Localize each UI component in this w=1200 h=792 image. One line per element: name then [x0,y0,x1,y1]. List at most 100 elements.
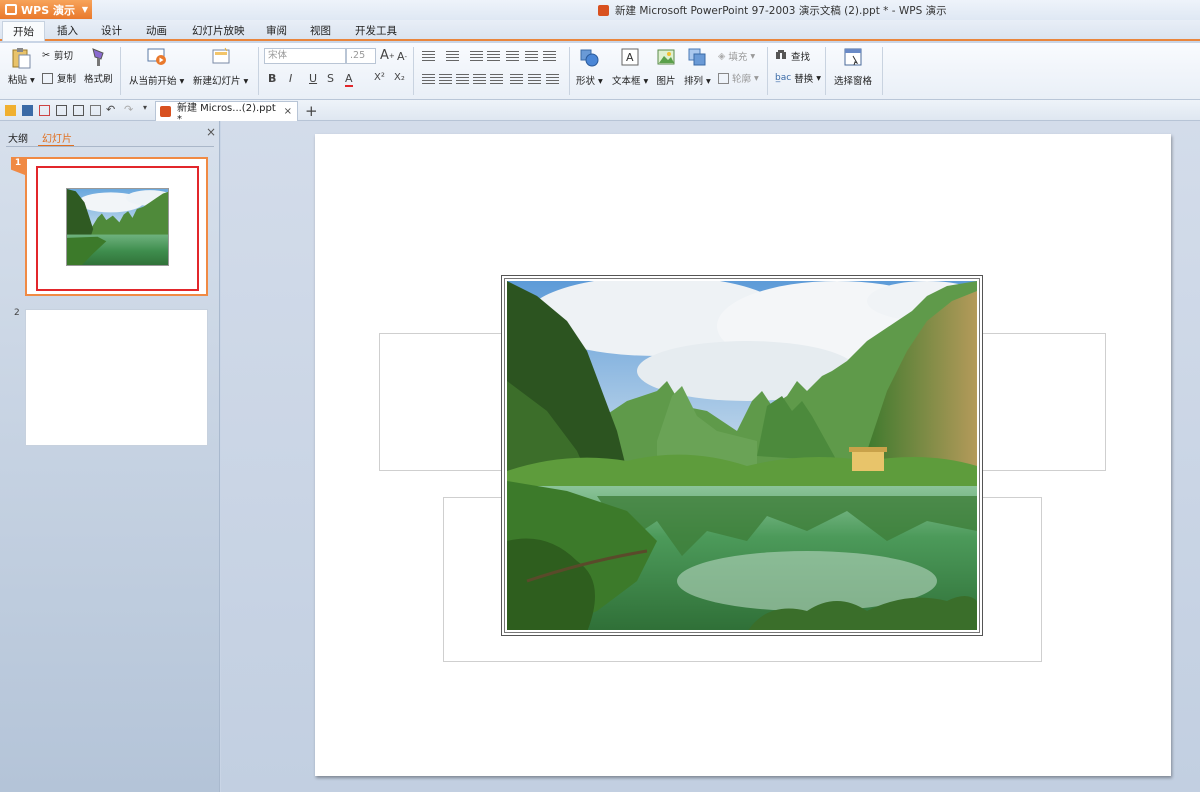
superscript-button[interactable]: X² [374,72,385,83]
tab-developer[interactable]: 开发工具 [355,23,397,38]
document-tab[interactable]: 新建 Micros...(2).ppt * × [155,101,298,125]
shadow-button[interactable]: S [327,72,334,85]
redo-icon[interactable]: ↷ [124,103,135,116]
window-title-text: 新建 Microsoft PowerPoint 97-2003 演示文稿 (2)… [615,5,947,17]
underline-button[interactable]: U [309,72,317,85]
tab-view[interactable]: 视图 [310,23,331,38]
fill-button[interactable]: ◈ 填充 ▾ [718,49,755,64]
cut-button[interactable]: ✂ 剪切 [42,48,73,63]
para-spacing-icon[interactable] [510,74,523,85]
find-icon [775,48,787,63]
title-bar: WPS 演示 ▼ 新建 Microsoft PowerPoint 97-2003… [0,0,1200,20]
export-pdf-icon[interactable] [39,105,50,116]
columns-icon[interactable] [543,51,556,62]
find-button[interactable]: 查找 [775,48,810,63]
play-from-current-button[interactable]: 从当前开始 ▾ [129,47,184,87]
align-right-icon[interactable] [456,74,469,85]
slide-picture-thumbnail [66,188,169,266]
replace-button[interactable]: b̲ac 替换 ▾ [775,71,821,86]
increase-indent-icon[interactable] [487,51,500,62]
tab-outline[interactable]: 大纲 [8,130,28,145]
tab-slides[interactable]: 幻灯片 [42,130,72,145]
arrange-label: 排列 [684,76,704,87]
font-size-select[interactable]: .25 [346,48,376,64]
shape-label: 形状 [576,76,596,87]
textbox-label: 文本框 [612,76,641,87]
slide-thumbnail-1[interactable] [25,157,208,296]
arrange-button[interactable]: 排列 ▾ [684,47,711,87]
undo-icon[interactable]: ↶ [106,103,117,116]
picture-button[interactable]: 图片 [656,47,676,87]
tab-home[interactable]: 开始 [2,21,45,41]
close-icon[interactable]: × [206,125,216,139]
cut-label: 剪切 [53,51,73,62]
font-color-button[interactable]: A [345,72,353,87]
new-tab-button[interactable]: + [305,102,318,120]
vertical-align-icon[interactable] [528,74,541,85]
copy-icon [42,72,53,84]
shape-button[interactable]: 形状 ▾ [576,47,603,87]
bold-button[interactable]: B [268,72,276,85]
spellcheck-icon[interactable] [90,105,101,116]
font-name-value: 宋体 [268,50,288,61]
slides-panel: 大纲 幻灯片 × 1 2 [0,121,220,792]
bullets-icon[interactable] [422,51,435,62]
numbering-icon[interactable] [446,51,459,62]
copy-label: 复制 [57,74,77,85]
outline-icon [718,72,729,84]
font-name-select[interactable]: 宋体 [264,48,346,64]
align-center-icon[interactable] [439,74,452,85]
menu-bar: 开始 插入 设计 动画 幻灯片放映 审阅 视图 开发工具 [0,20,1200,41]
open-icon[interactable] [5,105,16,116]
find-label: 查找 [791,51,811,63]
format-painter-button[interactable]: 格式刷 [84,47,113,85]
align-left-icon[interactable] [422,74,435,85]
outline-label: 轮廓 [732,74,752,85]
tab-review[interactable]: 审阅 [266,23,287,38]
close-icon[interactable]: × [284,106,292,117]
customize-icon[interactable]: ▾ [143,103,154,114]
landscape-picture[interactable] [501,275,983,636]
text-direction-icon[interactable] [525,51,538,62]
smart-art-icon[interactable] [546,74,559,85]
print-preview-icon[interactable] [73,105,84,116]
separator [767,47,768,95]
copy-button[interactable]: 复制 [42,71,76,85]
separator [825,47,826,95]
subscript-button[interactable]: X₂ [394,72,405,83]
slide-canvas[interactable] [315,134,1171,776]
picture-icon [656,47,676,70]
shape-icon [579,47,599,70]
separator [882,47,883,95]
slide-thumbnail-2[interactable] [25,309,208,446]
tab-animation[interactable]: 动画 [146,23,167,38]
window-title: 新建 Microsoft PowerPoint 97-2003 演示文稿 (2)… [598,3,947,18]
textbox-button[interactable]: A 文本框 ▾ [612,47,648,87]
line-spacing-icon[interactable] [506,51,519,62]
italic-button[interactable]: I [289,72,292,85]
selection-pane-button[interactable]: 选择窗格 [834,47,872,87]
selection-pane-label: 选择窗格 [834,76,873,87]
save-icon[interactable] [22,105,33,116]
separator [120,47,121,95]
justify-icon[interactable] [473,74,486,85]
quick-access-bar: ↶ ↷ ▾ 新建 Micros...(2).ppt * × + [0,100,1200,125]
tab-design[interactable]: 设计 [101,23,122,38]
distribute-icon[interactable] [490,74,503,85]
wps-logo-icon [5,4,17,15]
outline-button[interactable]: 轮廓 ▾ [718,71,759,85]
wps-menu-button[interactable]: WPS 演示 ▼ [0,0,92,19]
separator [569,47,570,95]
separator [413,47,414,95]
tab-insert[interactable]: 插入 [57,23,78,38]
paste-button[interactable]: 粘贴 ▾ [8,47,35,86]
print-icon[interactable] [56,105,67,116]
replace-label: 替换 [794,74,814,85]
new-slide-button[interactable]: 新建幻灯片 ▾ [193,47,248,87]
replace-icon: b̲ac [775,73,792,83]
tab-slideshow[interactable]: 幻灯片放映 [192,23,245,38]
decrease-indent-icon[interactable] [470,51,483,62]
landscape-photo [507,281,977,630]
grow-font-icon[interactable]: A + [380,48,395,63]
shrink-font-icon[interactable]: A- [397,50,407,63]
